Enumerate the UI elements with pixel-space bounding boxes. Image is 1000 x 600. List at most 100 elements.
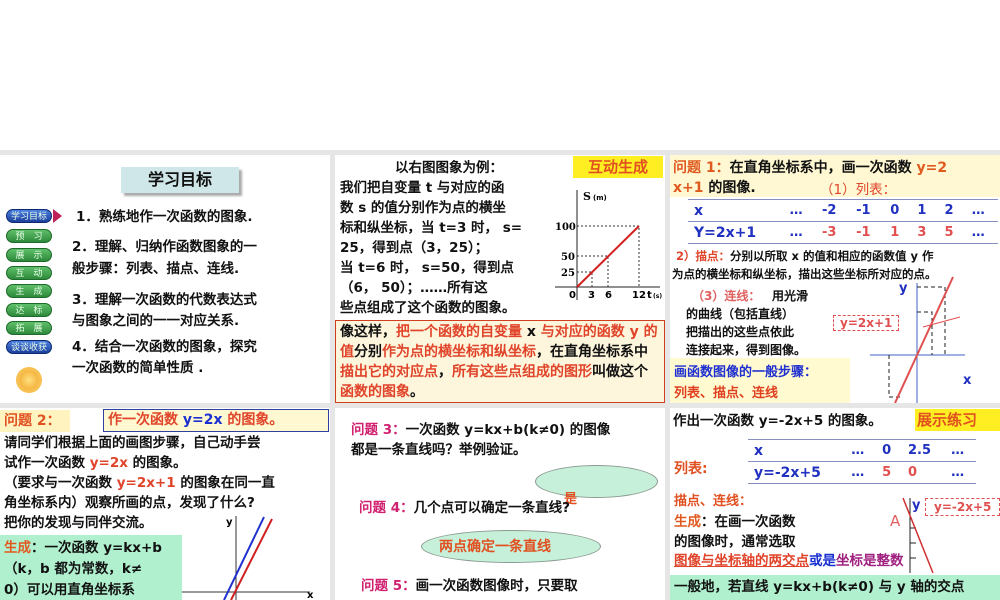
def-text: 像这样， bbox=[340, 324, 396, 340]
point-a: A bbox=[890, 512, 901, 530]
q-text: 几个点可以确定一条直线? bbox=[413, 500, 570, 516]
seg: ：一次函数 y=kx+b bbox=[31, 540, 162, 556]
text-line: 数 s 的值分别作为点的横坐 bbox=[340, 200, 506, 216]
def-text: 组成的图形 bbox=[522, 364, 592, 380]
q-text: 的图像. bbox=[703, 180, 756, 196]
def-text: 直角坐标系中 bbox=[564, 344, 648, 360]
bottom-text: 一般地，若直线 y=kx+b(k≠0) 与 y 轴的交点 bbox=[674, 579, 965, 595]
seg: （要求与一次函数 bbox=[4, 475, 117, 491]
goal-1: 1．熟练地作一次函数的图象. bbox=[76, 209, 253, 225]
arrow-icon bbox=[53, 209, 62, 223]
question-line-1: 问题 1：在直角坐标系中，画一次函数 y=2 bbox=[673, 158, 947, 179]
step-2-text: 分别以所取 x 的值和相应的函数值 y 作 bbox=[730, 249, 934, 263]
def-text: x bbox=[522, 324, 541, 340]
def-text: 所有这些点 bbox=[452, 364, 522, 380]
nav-interact[interactable]: 互 动 bbox=[6, 266, 52, 280]
text-line: 当 t=6 时， s=50，得到点 bbox=[340, 260, 514, 276]
question-4: 问题 4：几个点可以确定一条直线? bbox=[359, 498, 570, 519]
task-title: 作出一次函数 y=-2x+5 的图象。 bbox=[673, 413, 882, 429]
step-2: 2）描点：分别以所取 x 的值和相应的函数值 y 作 bbox=[676, 248, 933, 264]
y-axis-label: y bbox=[899, 281, 908, 296]
nav-preview[interactable]: 预 习 bbox=[6, 229, 52, 243]
step-1-label: （1）列表： bbox=[820, 182, 897, 198]
x-tick: 3 bbox=[588, 290, 595, 301]
step-3-text: 的曲线（包括直线） bbox=[686, 307, 795, 321]
slide-practice[interactable]: 作出一次函数 y=-2x+5 的图象。 展示练习 列表: x… 0 2.5… y=-… bbox=[670, 408, 1000, 600]
nav-learning-goals[interactable]: 学习目标 bbox=[6, 209, 52, 223]
table-cell: x bbox=[688, 199, 784, 222]
slide-learning-goals[interactable]: 学习目标 学习目标 预 习 展 示 互 动 生 成 达 标 拓 展 谈谈收获 1… bbox=[0, 155, 330, 403]
distance-time-graph: S (m) 100 50 25 0 3 6 12 t (s) bbox=[555, 190, 662, 301]
q-label: 问题 4： bbox=[359, 500, 414, 516]
task-fn: y=2x bbox=[182, 412, 223, 428]
y-label: S bbox=[583, 190, 591, 203]
question-5: 问题 5：画一次函数图像时，只要取 bbox=[361, 576, 578, 597]
table-cell: … bbox=[783, 199, 816, 222]
table-cell: 5 bbox=[876, 461, 902, 484]
q-text: 在直角坐标系中，画一次函数 bbox=[729, 160, 917, 176]
sun-icon bbox=[19, 370, 39, 390]
nav-show[interactable]: 展 示 bbox=[6, 248, 52, 262]
step-3-text: 用光滑 bbox=[772, 289, 809, 303]
text-line: （要求与一次函数 y=2x+1 的图象在同一直 bbox=[4, 473, 275, 494]
slide-problem-2[interactable]: 问题 2： 作一次函数 y=2x 的图象。 请同学们根据上面的画图步骤，自己动手… bbox=[0, 408, 330, 600]
q-fn: y=2 bbox=[916, 160, 948, 176]
nav-target[interactable]: 达 标 bbox=[6, 303, 52, 317]
table-cell: … bbox=[783, 221, 816, 244]
seg: y=2x bbox=[89, 455, 128, 471]
line-y-2x bbox=[230, 518, 273, 600]
nav-generate[interactable]: 生 成 bbox=[6, 284, 52, 298]
table-cell: -1 bbox=[850, 199, 885, 222]
text-line: 标和纵坐标，当 t=3 时， s= bbox=[340, 220, 523, 236]
slide-questions[interactable]: 问题 3：一次函数 y=kx+b(k≠0) 的图像 都是一条直线吗？举例验证。 … bbox=[335, 408, 665, 600]
seg: 试作一次函数 bbox=[4, 455, 90, 471]
text-line: 试作一次函数 y=2x 的图象。 bbox=[4, 453, 187, 474]
table-cell: 1 bbox=[911, 199, 939, 222]
question-line-2: x+1 的图像. bbox=[673, 178, 756, 199]
seg: 的图象在同一直 bbox=[175, 475, 275, 491]
table-cell: … bbox=[845, 439, 877, 462]
slide-problem-1[interactable]: 问题 1：在直角坐标系中，画一次函数 y=2 x+1 的图像. （1）列表： x… bbox=[670, 155, 1000, 403]
table-cell: y=-2x+5 bbox=[748, 461, 846, 484]
q-text: 画一次函数图像时，只要取 bbox=[415, 578, 578, 594]
definition-box: 像这样，把一个函数的自变量 x 与对应的函数 y 的值分别作为点的横坐标和纵坐标… bbox=[335, 320, 665, 403]
seg: y=2x+1 bbox=[116, 475, 176, 491]
y-tick: 25 bbox=[561, 268, 575, 279]
table-cell: … bbox=[965, 221, 998, 244]
def-text: 。 bbox=[410, 384, 424, 400]
step-3-label: （3）连线： bbox=[692, 289, 761, 303]
question-3-line-2: 都是一条直线吗？举例验证。 bbox=[351, 442, 527, 458]
function-label: y=2x+1 bbox=[833, 315, 900, 331]
y-tick: 50 bbox=[561, 252, 575, 263]
gen-label: 生成 bbox=[4, 540, 31, 556]
nav-summary[interactable]: 谈谈收获 bbox=[6, 340, 52, 354]
section-badge: 展示练习 bbox=[915, 409, 1000, 431]
text-line: 我们把自变量 t 与对应的函 bbox=[340, 180, 505, 196]
slide-interactive[interactable]: 互动生成 以右图图象为例： 我们把自变量 t 与对应的函 数 s 的值分别作为点… bbox=[335, 155, 665, 403]
def-text: 描出它的对应点 bbox=[340, 364, 438, 380]
def-text: 函数的图象 bbox=[340, 384, 410, 400]
y-tick: 100 bbox=[555, 222, 576, 233]
goal-2b: 般步骤：列表、描点、连线. bbox=[72, 261, 240, 277]
text-line: 请同学们根据上面的画图步骤，自己动手尝 bbox=[4, 435, 261, 451]
table-cell: Y=2x+1 bbox=[688, 221, 784, 244]
conclusion-line: 生成：一次函数 y=kx+b bbox=[4, 538, 162, 559]
seg: 图像与坐标轴的两交点 bbox=[674, 553, 809, 569]
function-label: y=-2x+5 bbox=[925, 498, 1000, 516]
nav-extend[interactable]: 拓 展 bbox=[6, 321, 52, 335]
origin: 0 bbox=[569, 290, 576, 301]
table-cell: 0 bbox=[902, 461, 946, 484]
x-label: t bbox=[647, 290, 652, 301]
q-label: 问题 3： bbox=[351, 422, 406, 438]
answer-bubble-3 bbox=[535, 465, 658, 498]
table-row-x: x… -2 -1 0 1 2… bbox=[688, 199, 998, 222]
def-text: 分别 bbox=[354, 344, 382, 360]
question-3: 问题 3：一次函数 y=kx+b(k≠0) 的图像 bbox=[351, 420, 610, 441]
seg: 或是 bbox=[809, 553, 836, 569]
seg: 的图象。 bbox=[127, 455, 187, 471]
question-label: 问题 2： bbox=[0, 410, 70, 432]
q-label: 问题 5： bbox=[361, 578, 416, 594]
y-unit: (m) bbox=[593, 194, 607, 202]
value-table: x… 0 2.5… y=-2x+5… 5 0… bbox=[748, 439, 976, 484]
table-cell: 3 bbox=[911, 221, 939, 244]
